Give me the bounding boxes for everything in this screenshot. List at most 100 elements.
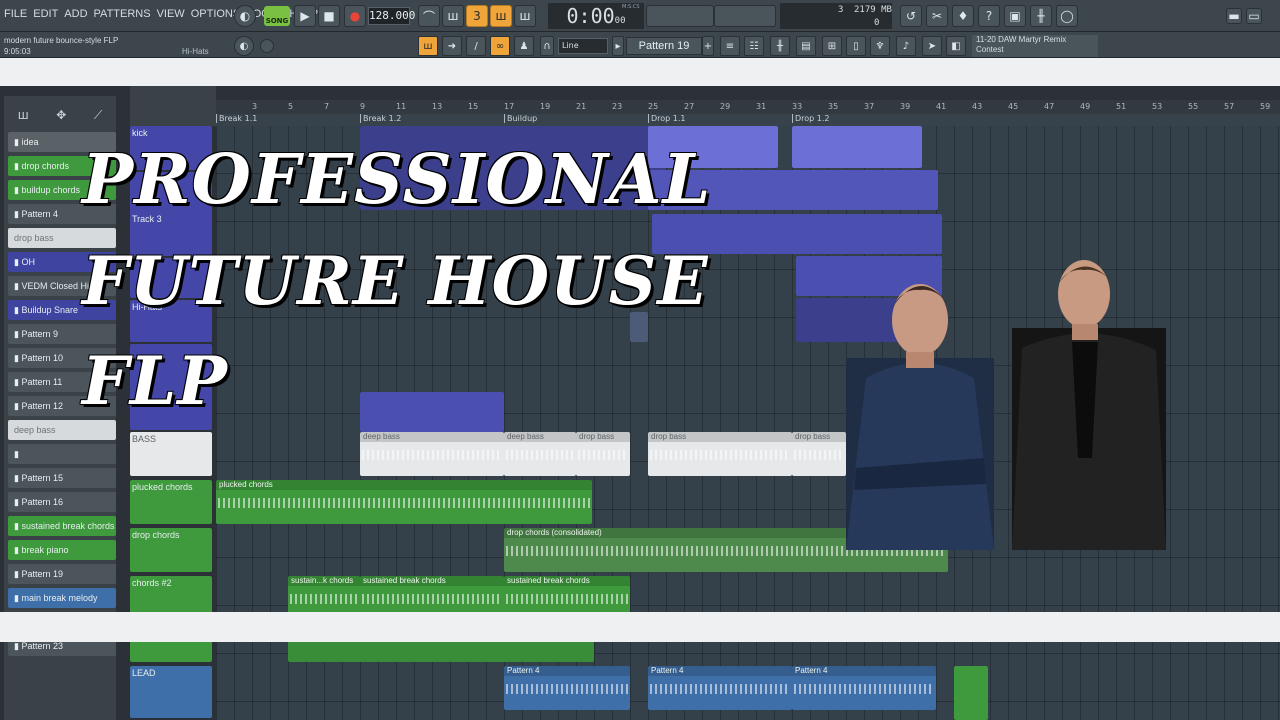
pattern-clip[interactable]: deep bass bbox=[360, 432, 504, 476]
menu-item-add[interactable]: ADD bbox=[64, 8, 87, 20]
undo-button[interactable]: ↺ bbox=[900, 5, 922, 27]
picker-item[interactable]: ▮ break piano bbox=[8, 540, 116, 560]
menu-item-view[interactable]: VIEW bbox=[157, 8, 185, 20]
snap-select[interactable]: Line bbox=[558, 38, 608, 54]
picker-item-label: Pattern 16 bbox=[21, 497, 63, 507]
pattern-clip[interactable] bbox=[954, 666, 988, 720]
audio-record-button[interactable]: ♦ bbox=[952, 5, 974, 27]
pattern-clip[interactable]: drop bass bbox=[648, 432, 792, 476]
news-panel[interactable]: 11-20 DAW Martyr Remix Contest bbox=[972, 35, 1098, 57]
track-header[interactable]: plucked chords bbox=[130, 480, 212, 524]
add-pattern-button[interactable]: + bbox=[702, 36, 714, 56]
paint-tool-button[interactable]: / bbox=[466, 36, 486, 56]
picker-item[interactable]: ▮ main break melody bbox=[8, 588, 116, 608]
menu-item-patterns[interactable]: PATTERNS bbox=[94, 8, 151, 20]
automation-view-icon[interactable]: ⟋ bbox=[94, 108, 102, 128]
playlist-button[interactable]: ш bbox=[418, 36, 438, 56]
save-button[interactable]: ▣ bbox=[1004, 5, 1026, 27]
step-seq-button[interactable]: ➜ bbox=[442, 36, 462, 56]
piano-roll-button[interactable]: ≡ bbox=[720, 36, 740, 56]
stamp-button[interactable]: ♟ bbox=[514, 36, 534, 56]
menu-item-edit[interactable]: EDIT bbox=[33, 8, 58, 20]
loop-icon: ш bbox=[519, 9, 531, 23]
pattern-clip[interactable]: Pattern 4 bbox=[504, 666, 630, 710]
plugin-picker-button[interactable]: ▯ bbox=[846, 36, 866, 56]
clip-label: sustained break chords bbox=[360, 576, 504, 586]
picker-item-label: deep bass bbox=[14, 425, 56, 435]
metronome-button[interactable]: ⌒ bbox=[418, 5, 440, 27]
tempo-tap-button[interactable]: ➤ bbox=[922, 36, 942, 56]
countdown-icon: 3 bbox=[473, 9, 481, 23]
picker-item-label: main break melody bbox=[21, 593, 98, 603]
plugin-button[interactable]: ♆ bbox=[870, 36, 890, 56]
help-button[interactable]: ? bbox=[978, 5, 1000, 27]
loop-record-button[interactable]: ш bbox=[514, 5, 536, 27]
browser-button[interactable]: ⊞ bbox=[822, 36, 842, 56]
picker-item[interactable]: ▮ Pattern 9 bbox=[8, 324, 116, 344]
blend-notes-button[interactable]: ш bbox=[490, 5, 512, 27]
clip-label: drop bass bbox=[576, 432, 630, 442]
countdown-button[interactable]: 3 bbox=[466, 5, 488, 27]
pattern-clip[interactable]: Pattern 4 bbox=[648, 666, 792, 710]
track-header[interactable]: drop chords bbox=[130, 528, 212, 572]
minimize-icon: ▬ bbox=[1228, 9, 1240, 23]
tempo-display[interactable]: 128.000 bbox=[368, 7, 415, 25]
time-marker[interactable]: Break 1.2 bbox=[360, 114, 401, 123]
fx-clip[interactable] bbox=[360, 392, 504, 432]
pitch-indicator bbox=[260, 39, 274, 53]
pattern-prev-button[interactable]: ▸ bbox=[612, 36, 624, 56]
picker-item[interactable]: ▮ bbox=[8, 444, 116, 464]
chat-button[interactable]: ◯ bbox=[1056, 5, 1078, 27]
link-button[interactable]: ∞ bbox=[490, 36, 510, 56]
master-volume-knob[interactable]: ◐ bbox=[234, 5, 256, 27]
stop-button[interactable]: ■ bbox=[318, 5, 340, 27]
track-header[interactable]: BASS bbox=[130, 432, 212, 476]
ruler-tick: 43 bbox=[972, 102, 983, 111]
wait-input-button[interactable]: ш bbox=[442, 5, 464, 27]
mixer-view-button[interactable]: ╫ bbox=[770, 36, 790, 56]
time-marker[interactable]: Break 1.1 bbox=[216, 114, 257, 123]
picker-item[interactable]: deep bass bbox=[8, 420, 116, 440]
time-marker[interactable]: Drop 1.2 bbox=[792, 114, 830, 123]
drum-clip[interactable] bbox=[792, 126, 922, 168]
pattern-clip[interactable]: Pattern 4 bbox=[792, 666, 936, 710]
picker-item[interactable]: ▮ Pattern 16 bbox=[8, 492, 116, 512]
restore-button[interactable]: ▭ bbox=[1246, 8, 1262, 24]
pattern-selector[interactable]: Pattern 19 bbox=[626, 37, 702, 55]
time-ruler[interactable]: 3 5 7 9 11 13 15 17 19 21 23 25 27 29 31 33 35 37 39 41 43 45… bbox=[216, 100, 1280, 114]
minimize-button[interactable]: ▬ bbox=[1226, 8, 1242, 24]
picker-item[interactable]: ▮ sustained break chords bbox=[8, 516, 116, 536]
channel-rack-button[interactable]: ☷ bbox=[744, 36, 764, 56]
plug-icon: ▯ bbox=[853, 40, 859, 52]
clip-waveform bbox=[362, 450, 502, 460]
record-button[interactable]: ● bbox=[344, 5, 366, 27]
pattern-clip[interactable]: plucked chords bbox=[216, 480, 592, 524]
pattern-clip[interactable]: deep bass bbox=[504, 432, 576, 476]
picker-item-label: Pattern 23 bbox=[21, 641, 63, 651]
touch-controller-button[interactable]: ♪ bbox=[896, 36, 916, 56]
picker-item[interactable]: ▮ Pattern 19 bbox=[8, 564, 116, 584]
menu-item-file[interactable]: FILE bbox=[4, 8, 27, 20]
pattern-song-toggle[interactable]: SONG bbox=[264, 6, 290, 26]
ruler-tick: 13 bbox=[432, 102, 443, 111]
master-pitch-knob[interactable]: ◐ bbox=[234, 36, 254, 56]
project-info-button[interactable]: ◧ bbox=[946, 36, 966, 56]
pattern-view-icon[interactable]: ш bbox=[18, 108, 29, 128]
picker-item[interactable]: ▮ Pattern 15 bbox=[8, 468, 116, 488]
playlist-view-button[interactable]: ▤ bbox=[796, 36, 816, 56]
play-button[interactable]: ▶ bbox=[294, 5, 316, 27]
time-marker[interactable]: Buildup bbox=[504, 114, 537, 123]
track-header[interactable]: LEAD bbox=[130, 666, 212, 718]
mixer-button[interactable]: ╫ bbox=[1030, 5, 1052, 27]
picker-item-label: sustained break chords bbox=[21, 521, 115, 531]
channel-rack-icon: ☷ bbox=[749, 40, 759, 52]
clip-waveform bbox=[506, 450, 574, 460]
pattern-clip[interactable]: drop bass bbox=[792, 432, 846, 476]
time-marker[interactable]: Drop 1.1 bbox=[648, 114, 686, 123]
chat-icon: ◯ bbox=[1060, 9, 1074, 23]
cut-button[interactable]: ✂ bbox=[926, 5, 948, 27]
pattern-clip[interactable]: drop bass bbox=[576, 432, 630, 476]
news-line-2: Contest bbox=[976, 45, 1004, 54]
menu-item-options[interactable]: OPTIONS bbox=[191, 8, 241, 20]
audio-view-icon[interactable]: ✥ bbox=[56, 108, 66, 128]
